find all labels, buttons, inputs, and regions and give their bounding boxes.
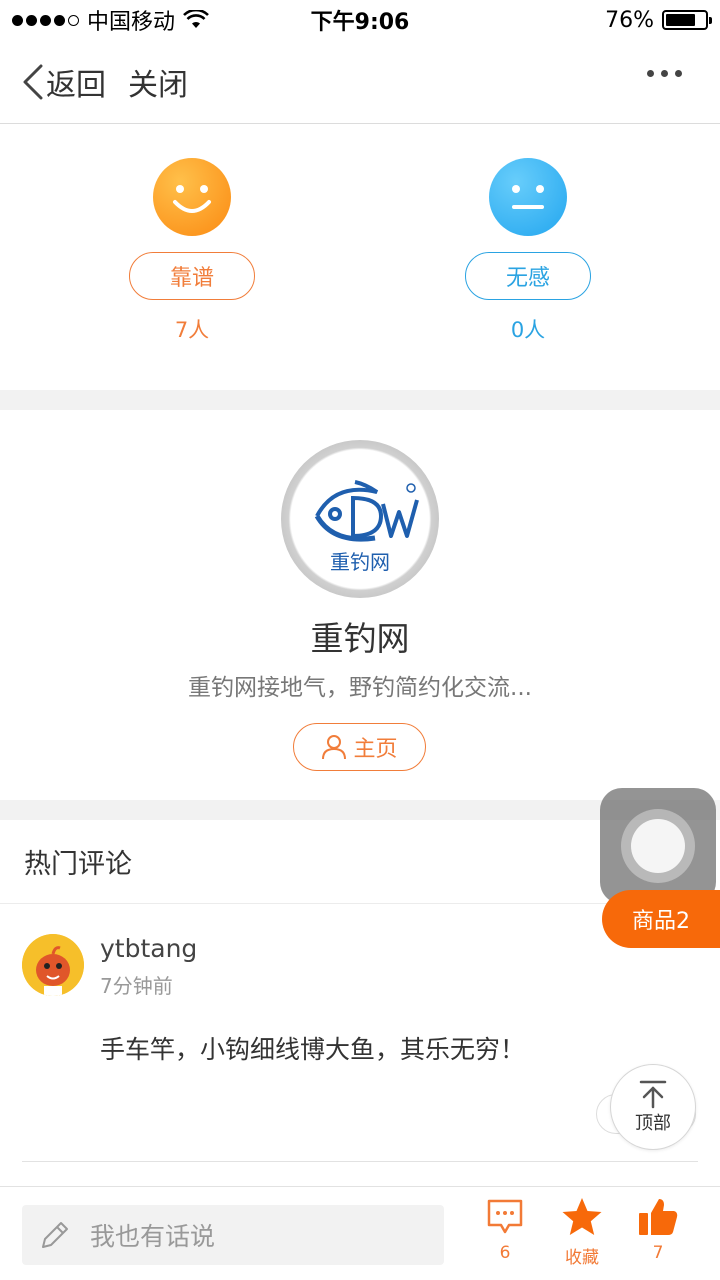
neutral-face-icon[interactable] [489, 158, 567, 236]
like-count: 7 [652, 1243, 664, 1263]
battery-icon [662, 10, 712, 30]
avatar[interactable] [22, 934, 84, 996]
fish-logo-icon: 重钓网 [314, 480, 419, 574]
comment-icon [487, 1199, 523, 1234]
author-description: 重钓网接地气，野钓简约化交流... [188, 675, 532, 701]
battery-percent: 76% [605, 7, 654, 33]
wifi-icon [183, 10, 209, 28]
pencil-icon [42, 1222, 68, 1248]
thumbs-up-icon [639, 1199, 678, 1235]
logo-text: 重钓网 [330, 550, 390, 574]
comment-text: 手车竿，小钩细线博大鱼，其乐无穷！ [100, 1035, 526, 1064]
battery-fill [666, 14, 695, 26]
back-button[interactable]: 返回 [22, 60, 106, 104]
back-to-top-button[interactable]: 顶部 [610, 1064, 696, 1150]
home-button[interactable]: 主页 [293, 723, 426, 771]
signal-icon [12, 14, 79, 26]
chevron-left-icon [23, 64, 43, 99]
reaction-reliable: 靠谱 7人 [129, 158, 255, 344]
indifferent-button[interactable]: 无感 [465, 252, 591, 300]
arrow-up-icon [639, 1080, 667, 1109]
author-card: 重钓网 重钓网 重钓网接地气，野钓简约化交流... 主页 [0, 410, 720, 800]
smile-face-icon[interactable] [153, 158, 231, 236]
back-label: 返回 [46, 67, 106, 103]
top-label: 顶部 [635, 1113, 671, 1134]
assistive-touch-button[interactable] [600, 788, 716, 904]
comment-time: 7分钟前 [100, 974, 173, 998]
close-button[interactable]: 关闭 [128, 60, 188, 104]
reliable-count: 7人 [174, 318, 210, 342]
status-bar: 中国移动 下午9:06 76% [0, 0, 720, 40]
comment-divider [22, 1161, 698, 1162]
user-icon [322, 735, 347, 760]
nav-bar: 返回 关闭 [0, 40, 720, 124]
goods-tab[interactable]: 商品2 [602, 890, 720, 948]
reaction-section: 靠谱 7人 无感 0人 [0, 124, 720, 390]
carrier-label: 中国移动 [87, 10, 176, 35]
bottom-bar: 我也有话说 6 收藏 7 [0, 1186, 720, 1280]
comment-username[interactable]: ytbtang [100, 934, 197, 963]
like-action[interactable]: 7 [628, 1197, 688, 1263]
favorite-action[interactable]: 收藏 [552, 1197, 612, 1268]
favorite-label: 收藏 [565, 1248, 599, 1268]
comment-count: 6 [499, 1243, 511, 1263]
comment-input[interactable]: 我也有话说 [22, 1205, 444, 1265]
reliable-button[interactable]: 靠谱 [129, 252, 255, 300]
author-logo[interactable]: 重钓网 [281, 440, 439, 598]
comment-input-placeholder: 我也有话说 [90, 1222, 216, 1251]
reaction-indifferent: 无感 0人 [465, 158, 591, 344]
indifferent-count: 0人 [510, 318, 546, 342]
status-time: 下午9:06 [310, 10, 410, 35]
home-label: 主页 [353, 737, 398, 762]
more-icon[interactable] [647, 70, 682, 77]
comment-item: ytbtang 7分钟前 手车竿，小钩细线博大鱼，其乐无穷！ [0, 904, 720, 1164]
author-name: 重钓网 [310, 619, 410, 658]
star-icon [562, 1198, 602, 1235]
status-left: 中国移动 [12, 4, 209, 36]
section-divider [0, 390, 720, 410]
status-right: 76% [605, 7, 712, 33]
comments-action[interactable]: 6 [475, 1197, 535, 1263]
